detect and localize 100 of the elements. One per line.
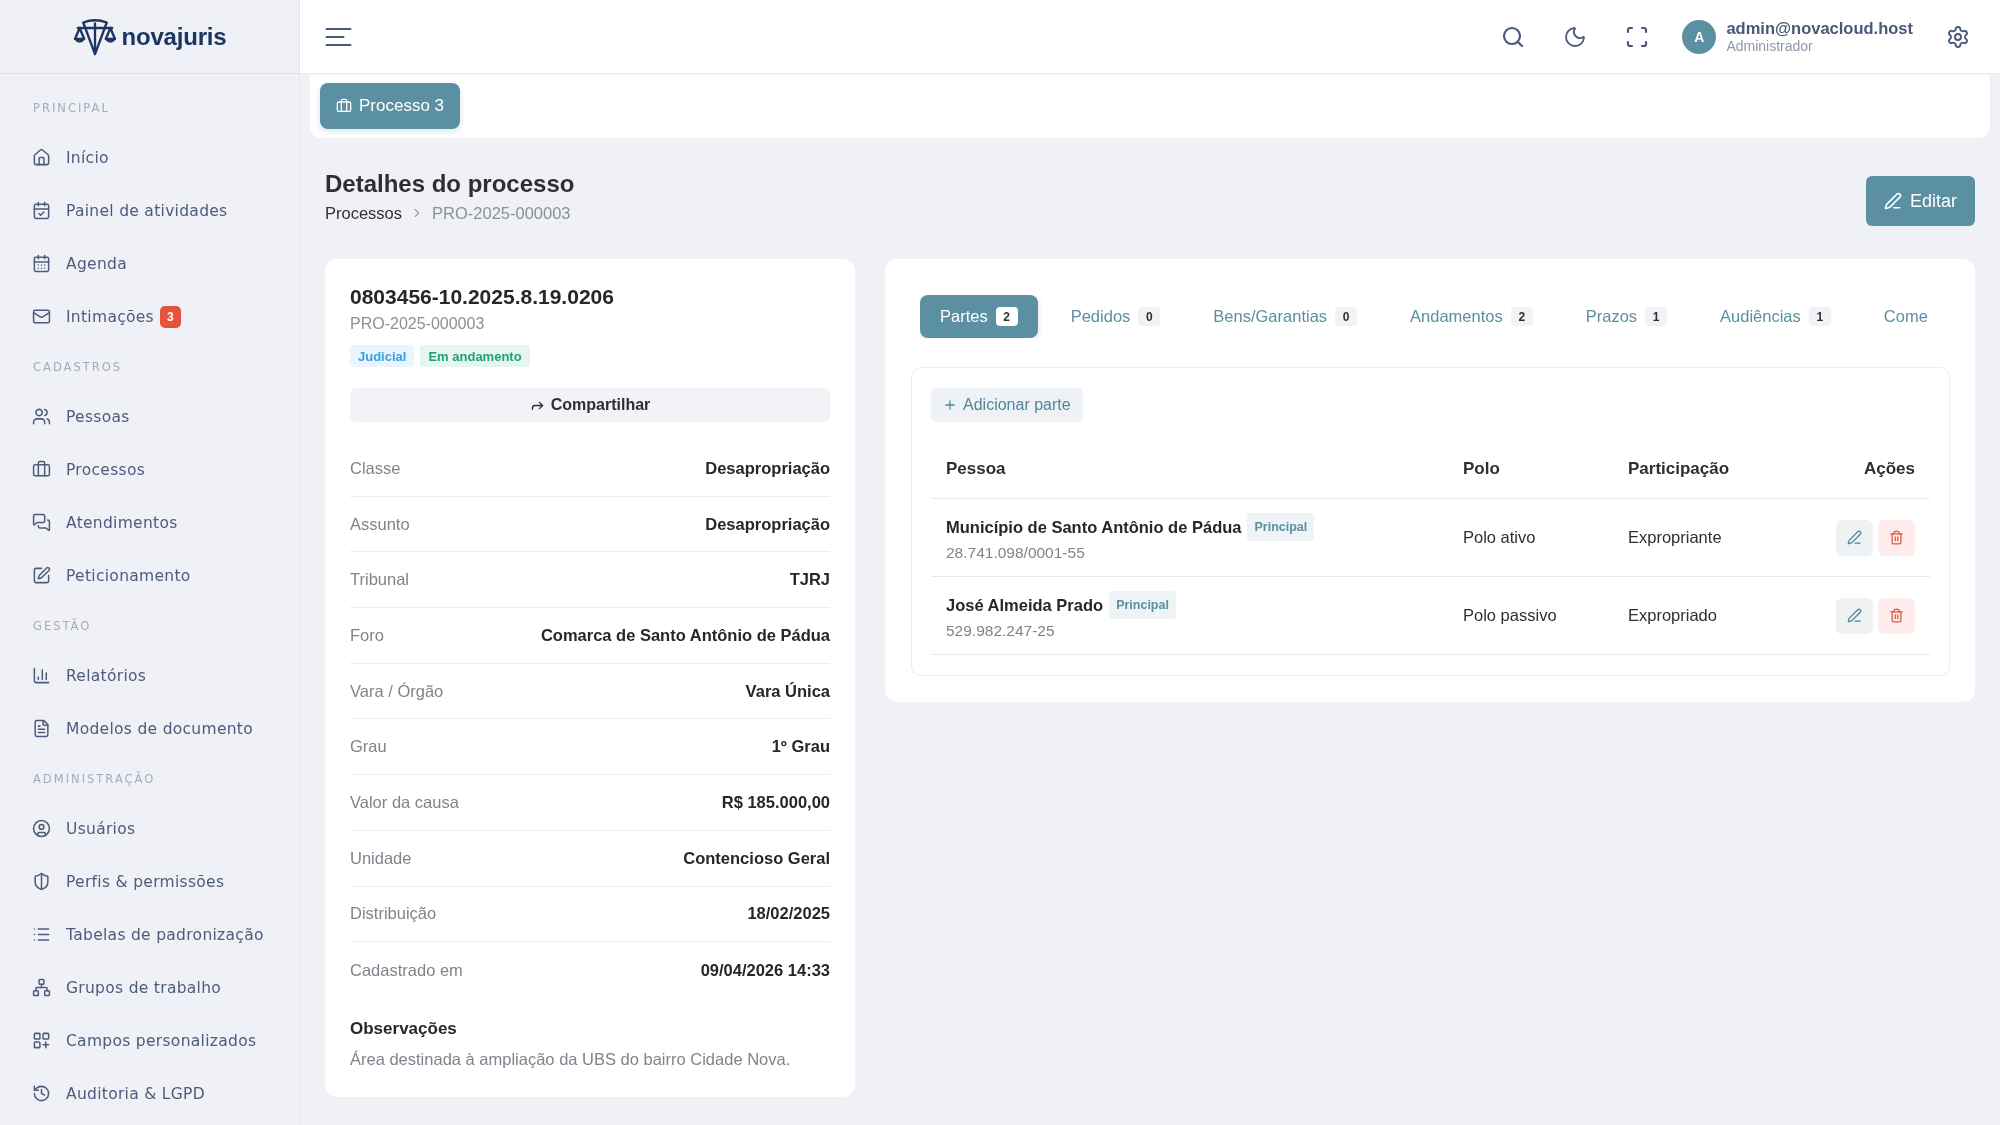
count-badge: 2: [995, 307, 1018, 326]
chat-bubbles-icon: [32, 513, 51, 532]
tab[interactable]: Andamentos 2: [1390, 295, 1553, 338]
delete-row-button[interactable]: [1878, 519, 1915, 556]
nav-item[interactable]: Relatórios: [0, 649, 299, 702]
tab[interactable]: Bens/Garantias 0: [1193, 295, 1378, 338]
process-code: PRO-2025-000003: [350, 314, 486, 334]
settings-icon[interactable]: [1946, 24, 1970, 49]
count-badge: 1: [1808, 307, 1831, 326]
field-label: Tribunal: [350, 570, 409, 590]
nav-item[interactable]: Peticionamento: [0, 549, 299, 602]
scales-shield-logo: [72, 17, 117, 56]
nav-item[interactable]: Painel de atividades: [0, 184, 299, 237]
delete-row-button[interactable]: [1878, 597, 1915, 634]
table-cell-text: Polo ativo: [1462, 528, 1537, 547]
column-header: Participação: [1627, 459, 1730, 479]
edit-row-button[interactable]: [1836, 597, 1873, 634]
party-document: 529.982.247-25: [946, 620, 1056, 641]
field-value: Contencioso Geral: [683, 848, 830, 868]
user-avatar[interactable]: A: [1682, 19, 1717, 54]
field-value: Desapropriação: [705, 458, 830, 478]
nav-item[interactable]: Início: [0, 131, 299, 184]
edit-row-button[interactable]: [1836, 519, 1873, 556]
section-label: CADASTROS: [33, 359, 123, 374]
field-label: Distribuição: [350, 904, 437, 924]
nav-item[interactable]: Auditoria & LGPD: [0, 1067, 299, 1120]
tab[interactable]: Pedidos 0: [1050, 295, 1181, 338]
search-icon[interactable]: [1501, 24, 1526, 49]
section-label: GESTÃO: [33, 618, 92, 633]
party-document: 28.741.098/0001-55: [946, 542, 1086, 563]
section-label: PRINCIPAL: [33, 100, 110, 115]
breadcrumb-current: PRO-2025-000003: [432, 203, 571, 223]
nav-item[interactable]: Grupos de trabalho: [0, 961, 299, 1014]
field-value: 18/02/2025: [747, 904, 830, 924]
nav-item[interactable]: Campos personalizados: [0, 1014, 299, 1067]
logo-text: novajuris: [121, 22, 227, 51]
add-party-button[interactable]: Adicionar parte: [931, 388, 1083, 422]
tab[interactable]: Come: [1863, 295, 1948, 338]
column-header: Pessoa: [945, 459, 1006, 479]
field-value: 09/04/2026 14:33: [700, 960, 830, 980]
trash-icon: [1889, 530, 1904, 545]
user-circle-icon: [32, 819, 51, 838]
share-button[interactable]: Compartilhar: [350, 388, 830, 422]
status-tag: Em andamento: [420, 345, 530, 367]
moon-icon[interactable]: [1563, 24, 1588, 49]
column-header: Polo: [1462, 459, 1500, 479]
section-label: ADMINISTRAÇÃO: [33, 771, 156, 786]
pen-square-icon: [32, 566, 51, 585]
fullscreen-icon[interactable]: [1625, 24, 1650, 49]
briefcase-icon: [32, 460, 51, 479]
page-title: Detalhes do processo: [325, 170, 575, 198]
count-badge: 3: [160, 305, 181, 328]
nav-item[interactable]: Agenda: [0, 237, 299, 290]
trash-icon: [1889, 608, 1904, 623]
field-label: Assunto: [350, 514, 410, 534]
field-label: Valor da causa: [350, 792, 459, 812]
menu-icon[interactable]: [325, 26, 352, 47]
count-badge: 1: [1645, 307, 1668, 326]
process-number: 0803456-10.2025.8.19.0206: [350, 284, 615, 310]
open-tab[interactable]: Processo 3: [320, 83, 461, 129]
field-value: TJRJ: [789, 570, 830, 590]
breadcrumb-link[interactable]: Processos: [325, 203, 403, 223]
tab[interactable]: Partes 2: [920, 295, 1038, 338]
tab[interactable]: Prazos 1: [1565, 295, 1688, 338]
user-role: Administrador: [1726, 37, 1814, 55]
calendar-check-icon: [32, 201, 51, 220]
count-badge: 2: [1510, 307, 1533, 326]
notes-title: Observações: [350, 1017, 458, 1040]
nav-item[interactable]: Processos: [0, 443, 299, 496]
nav-item[interactable]: Atendimentos: [0, 496, 299, 549]
field-value: Desapropriação: [705, 514, 830, 534]
user-email: admin@novacloud.host: [1726, 18, 1913, 38]
tab[interactable]: Audiências 1: [1700, 295, 1851, 338]
nav-item[interactable]: Pessoas: [0, 390, 299, 443]
nav-item[interactable]: Perfis & permissões: [0, 855, 299, 908]
party-name: Município de Santo Antônio de Pádua: [946, 516, 1242, 538]
nav-item[interactable]: Tabelas de padronização: [0, 908, 299, 961]
count-badge: 0: [1138, 307, 1161, 326]
plus-icon: [943, 398, 957, 412]
pen-icon: [1847, 530, 1862, 545]
briefcase-icon: [336, 98, 352, 114]
field-label: Classe: [350, 458, 401, 478]
document-icon: [32, 719, 51, 738]
calendar-icon: [32, 254, 51, 273]
role-tag: Principal: [1247, 512, 1315, 541]
table-cell-text: Polo passivo: [1462, 606, 1558, 625]
nav-item[interactable]: Usuários: [0, 802, 299, 855]
table-cell-text: Expropriante: [1627, 528, 1723, 547]
column-header: Ações: [1863, 459, 1916, 479]
status-tag: Judicial: [350, 345, 415, 367]
table-cell-text: Expropriado: [1627, 606, 1718, 625]
nav-item[interactable]: Modelos de documento: [0, 702, 299, 755]
list-icon: [32, 925, 51, 944]
grid-plus-icon: [32, 1031, 51, 1050]
house-icon: [32, 148, 51, 167]
field-label: Grau: [350, 737, 387, 757]
nav-item[interactable]: Intimações 3: [0, 290, 299, 343]
role-tag: Principal: [1109, 590, 1176, 619]
field-label: Unidade: [350, 848, 412, 868]
edit-button[interactable]: Editar: [1865, 176, 1975, 226]
